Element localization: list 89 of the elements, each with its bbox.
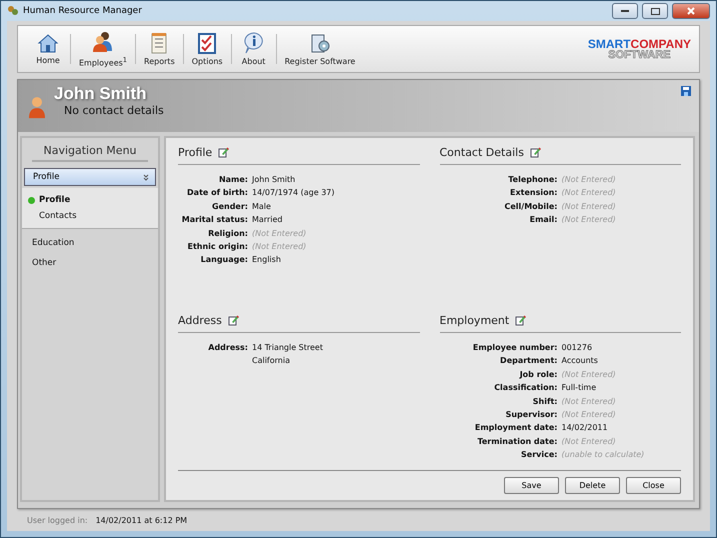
field-label: Termination date: xyxy=(476,436,558,448)
save-icon[interactable] xyxy=(681,86,691,96)
toolbar-button[interactable]: Home xyxy=(26,31,70,67)
field-value: (Not Entered) xyxy=(252,228,308,240)
field-label: Date of birth: xyxy=(186,187,248,200)
toolbar-button[interactable]: Options xyxy=(184,30,231,68)
field-label: Telephone: xyxy=(507,174,558,186)
maximize-button[interactable] xyxy=(642,3,668,19)
employee-subtitle: No contact details xyxy=(64,104,164,117)
field-value: (Not Entered) xyxy=(252,241,308,254)
field-value: (Not Entered) xyxy=(562,200,617,213)
person-icon xyxy=(28,94,46,120)
action-button[interactable]: Save xyxy=(504,477,559,494)
toolbar-button[interactable]: About xyxy=(232,30,276,68)
field-value: 001276 xyxy=(562,342,594,354)
logo-text: SMARTCOMPANY xyxy=(588,38,691,50)
house-icon xyxy=(37,33,59,53)
toolbar-button[interactable]: Employees$^{1}$ xyxy=(71,28,136,70)
field-label: Marital status: xyxy=(180,214,248,226)
software-box-icon xyxy=(308,32,331,54)
field-value: California xyxy=(252,355,291,368)
nav-item[interactable]: Education xyxy=(22,233,158,253)
field-value: (Not Entered) xyxy=(562,436,617,448)
close-icon xyxy=(687,7,695,15)
field-value: Married xyxy=(252,214,284,226)
close-window-button[interactable] xyxy=(672,3,710,19)
nav-subitem[interactable]: Contacts xyxy=(22,208,158,224)
field-label: Classification: xyxy=(493,382,558,394)
nav-group-header[interactable]: Profile xyxy=(24,168,156,186)
field-label: Service: xyxy=(520,449,558,462)
field-value: 14 Triangle Street xyxy=(252,342,324,354)
checklist-icon xyxy=(197,32,218,54)
employee-name: John Smith xyxy=(54,84,148,104)
field-label: Department: xyxy=(499,355,558,368)
logo-subtitle: SOFTWARE xyxy=(608,50,671,60)
field-value: 14/02/2011 xyxy=(562,422,609,434)
field-value: (Not Entered) xyxy=(562,214,617,226)
action-button[interactable]: Close xyxy=(626,477,681,494)
field-label: Email: xyxy=(528,214,558,226)
status-dot-icon xyxy=(28,196,35,204)
action-button[interactable]: Delete xyxy=(565,477,620,494)
window-title: Human Resource Manager xyxy=(23,6,143,16)
field-label: Address: xyxy=(207,342,248,354)
minimize-button[interactable] xyxy=(612,3,638,19)
edit-icon[interactable] xyxy=(515,315,526,326)
field-label: Gender: xyxy=(211,200,248,213)
nav-subitem[interactable]: Profile xyxy=(22,192,158,208)
field-value: (Not Entered) xyxy=(562,409,617,422)
field-value: 14/07/1974 (age 37) xyxy=(252,187,336,200)
field-label: Language: xyxy=(200,254,248,266)
field-label: Employment date: xyxy=(474,422,558,434)
field-value: (Not Entered) xyxy=(562,396,617,408)
app-icon xyxy=(7,5,19,17)
edit-icon[interactable] xyxy=(228,315,239,326)
toolbar-button[interactable]: Register Software xyxy=(276,30,364,68)
field-value: Accounts xyxy=(562,355,599,368)
field-value: (unable to calculate) xyxy=(562,449,646,462)
field-value: Male xyxy=(252,200,272,213)
field-label: Cell/Mobile: xyxy=(504,200,558,213)
edit-icon[interactable] xyxy=(530,147,541,158)
section-title: Address xyxy=(178,314,222,327)
field-label: Ethnic origin: xyxy=(186,241,248,254)
section-title: Contact Details xyxy=(440,146,524,159)
field-label: Shift: xyxy=(532,396,558,408)
section-title: Profile xyxy=(178,146,212,159)
field-value: John Smith xyxy=(252,174,296,186)
chevron-icon xyxy=(143,174,149,180)
field-label: Job role: xyxy=(518,368,558,381)
field-label: Employee number: xyxy=(472,342,558,354)
field-value: (Not Entered) xyxy=(562,187,617,200)
minimize-icon xyxy=(621,10,629,12)
field-value: English xyxy=(252,254,282,266)
info-icon xyxy=(242,32,265,54)
status-label: User logged in: xyxy=(27,516,88,524)
field-value: (Not Entered) xyxy=(562,368,617,381)
field-value: Full-time xyxy=(562,382,598,394)
field-label: Religion: xyxy=(207,228,248,240)
field-label: Supervisor: xyxy=(504,409,558,422)
field-label: Extension: xyxy=(509,187,558,200)
edit-icon[interactable] xyxy=(218,147,230,158)
section-title: Employment xyxy=(440,314,510,327)
nav-item[interactable]: Other xyxy=(22,253,158,273)
navigation-title: Navigation Menu xyxy=(32,144,148,162)
field-label: Name: xyxy=(218,174,248,186)
status-value: 14/02/2011 at 6:12 PM xyxy=(96,516,188,524)
field-value: (Not Entered) xyxy=(562,174,617,186)
toolbar-button[interactable]: Reports xyxy=(136,30,183,68)
maximize-icon xyxy=(650,8,660,14)
document-icon xyxy=(149,32,170,54)
